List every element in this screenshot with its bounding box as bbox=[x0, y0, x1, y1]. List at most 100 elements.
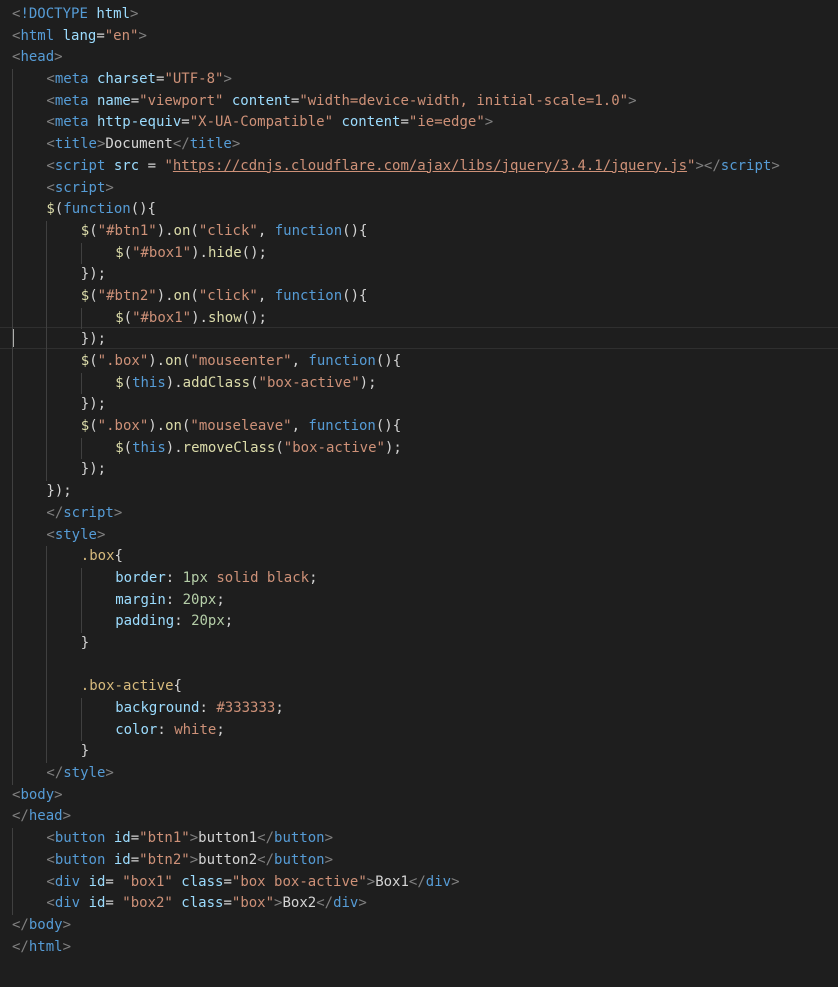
code-token: ( bbox=[89, 418, 98, 435]
code-token: { bbox=[173, 678, 182, 695]
code-token: } bbox=[80, 634, 90, 651]
code-token: on bbox=[173, 222, 191, 239]
code-line[interactable]: <button id="btn1">button1</button> bbox=[12, 828, 780, 850]
code-token: (); bbox=[241, 309, 267, 326]
code-token: }); bbox=[80, 396, 107, 413]
code-line[interactable]: <style> bbox=[12, 524, 780, 547]
code-line[interactable]: margin: 20px; bbox=[12, 589, 780, 612]
code-token: function bbox=[274, 222, 343, 239]
code-line[interactable]: color: white; bbox=[12, 719, 780, 742]
code-token: > bbox=[484, 114, 494, 131]
code-token: ); bbox=[384, 439, 402, 456]
code-token: }); bbox=[80, 461, 107, 478]
code-token: ; bbox=[216, 591, 225, 608]
code-token: > bbox=[358, 895, 367, 912]
code-token: = bbox=[400, 114, 409, 131]
code-line[interactable]: </head> bbox=[12, 806, 780, 828]
code-line[interactable]: }); bbox=[12, 394, 780, 417]
code-line[interactable]: </style> bbox=[12, 763, 780, 785]
code-line[interactable]: $(".box").on("mouseleave", function(){ bbox=[12, 416, 780, 438]
code-token: "width=device-width, initial-scale=1.0" bbox=[299, 92, 629, 109]
code-token: $ bbox=[115, 244, 124, 261]
code-token: ; bbox=[224, 613, 234, 630]
code-token: }); bbox=[80, 266, 107, 283]
code-token: > bbox=[231, 136, 241, 153]
code-token: on bbox=[173, 287, 191, 304]
code-line[interactable]: <meta charset="UTF-8"> bbox=[12, 69, 780, 91]
code-line[interactable]: .box-active{ bbox=[12, 676, 780, 698]
code-line[interactable]: background: #333333; bbox=[12, 698, 780, 720]
code-token: ( bbox=[89, 353, 98, 369]
code-line[interactable]: $("#btn2").on("click", function(){ bbox=[12, 285, 780, 308]
code-line[interactable]: }); bbox=[12, 459, 780, 482]
code-line[interactable]: } bbox=[12, 741, 780, 764]
code-line[interactable]: $(function(){ bbox=[12, 199, 780, 221]
code-token: > bbox=[96, 526, 106, 543]
code-line[interactable]: <title>Document</title> bbox=[12, 134, 780, 156]
code-line[interactable]: <script> bbox=[12, 177, 780, 200]
code-line[interactable]: <div id= "box2" class="box">Box2</div> bbox=[12, 893, 780, 915]
code-line[interactable]: $(this).removeClass("box-active"); bbox=[12, 437, 780, 460]
code-line[interactable]: $("#box1").hide(); bbox=[12, 242, 780, 265]
code-token: white bbox=[174, 721, 217, 738]
code-line[interactable]: $(this).addClass("box-active"); bbox=[12, 372, 780, 395]
code-token: < bbox=[46, 179, 55, 196]
code-line[interactable]: <meta name="viewport" content="width=dev… bbox=[12, 90, 780, 113]
code-token: html bbox=[20, 27, 55, 44]
code-line[interactable]: }); bbox=[12, 264, 780, 286]
code-line[interactable]: $(".box").on("mouseenter", function(){ bbox=[12, 351, 780, 373]
code-token: ".box" bbox=[97, 418, 149, 435]
code-token: "ie=edge" bbox=[408, 114, 485, 131]
code-token: "mouseleave" bbox=[190, 418, 292, 435]
code-token: = bbox=[181, 114, 190, 131]
code-line[interactable]: <button id="btn2">button2</button> bbox=[12, 849, 780, 872]
code-line[interactable]: $("#box1").show(); bbox=[12, 307, 780, 330]
code-line[interactable]: } bbox=[12, 632, 780, 655]
code-line[interactable]: <body> bbox=[12, 785, 780, 807]
code-token: " bbox=[164, 157, 173, 174]
code-line[interactable]: <div id= "box1" class="box box-active">B… bbox=[12, 871, 780, 894]
code-line[interactable]: padding: 20px; bbox=[12, 611, 780, 633]
code-line[interactable]: <meta http-equiv="X-UA-Compatible" conte… bbox=[12, 112, 780, 135]
code-line[interactable] bbox=[12, 654, 780, 677]
code-line[interactable]: $("#btn1").on("click", function(){ bbox=[12, 220, 780, 243]
code-token: ). bbox=[156, 287, 174, 304]
code-editor[interactable]: <!DOCTYPE html> <html lang="en"> <head> <me… bbox=[0, 0, 838, 987]
code-line[interactable]: </script> bbox=[12, 502, 780, 525]
code-token: "box box-active" bbox=[231, 873, 367, 890]
code-line[interactable]: }); bbox=[12, 481, 780, 503]
code-token: on bbox=[165, 418, 182, 435]
code-token: > bbox=[138, 27, 147, 44]
code-area[interactable]: <!DOCTYPE html> <html lang="en"> <head> <me… bbox=[12, 4, 780, 958]
code-token: title bbox=[189, 136, 232, 153]
code-token: $ bbox=[80, 222, 90, 239]
code-line[interactable]: .box{ bbox=[12, 546, 780, 568]
code-line[interactable]: }); bbox=[12, 329, 780, 351]
code-token: </ bbox=[12, 808, 29, 825]
code-line[interactable]: <head> bbox=[12, 47, 780, 69]
code-line[interactable]: <script src = "https://cdnjs.cloudflare.… bbox=[12, 155, 780, 178]
code-token: > bbox=[62, 808, 72, 825]
code-line[interactable]: </body> bbox=[12, 915, 780, 937]
code-token: !DOCTYPE bbox=[20, 6, 88, 22]
code-line[interactable]: </html> bbox=[12, 937, 780, 959]
code-line[interactable]: <html lang="en"> bbox=[12, 26, 780, 48]
code-line[interactable]: <!DOCTYPE html> bbox=[12, 4, 780, 26]
code-token: Box1 bbox=[375, 873, 409, 890]
code-token: > bbox=[223, 71, 232, 88]
code-line[interactable]: border: 1px solid black; bbox=[12, 567, 780, 590]
code-token: ( bbox=[123, 309, 133, 326]
